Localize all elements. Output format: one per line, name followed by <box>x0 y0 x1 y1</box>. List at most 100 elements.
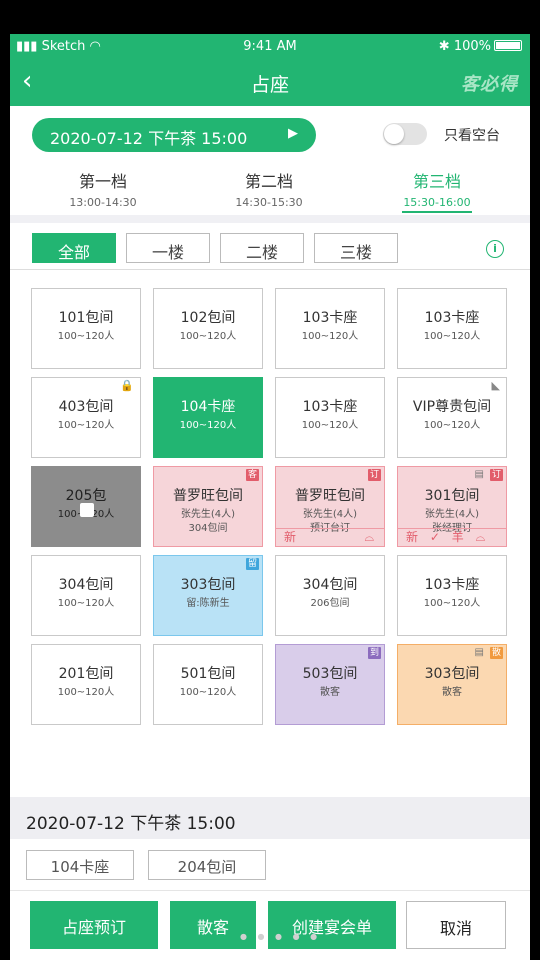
info-icon[interactable]: i <box>486 240 504 258</box>
page-indicator: ● ● ● ● ● <box>240 932 322 941</box>
table-name: 103卡座 <box>302 399 358 415</box>
dish-icon: ⌓ <box>475 530 486 544</box>
table-capacity: 100~120人 <box>179 687 237 698</box>
bell-icon: ◣ <box>491 379 500 392</box>
table-name: 304包间 <box>58 577 114 593</box>
table-cell-reserved[interactable]: ▤ 订 301包间 张先生(4人) 张经理订 新 ✓ 羊 ⌓ <box>397 466 507 547</box>
table-cell[interactable]: 103卡座 100~120人 <box>275 377 385 458</box>
table-capacity: 100~120人 <box>301 331 359 342</box>
table-note: 206包间 <box>310 598 350 609</box>
table-name: 104卡座 <box>180 399 236 415</box>
luggage-icon <box>80 503 94 517</box>
table-cell[interactable]: 102包间 100~120人 <box>153 288 263 369</box>
slot-time: 13:00-14:30 <box>69 196 137 209</box>
new-tag: 新 <box>406 530 419 544</box>
new-tag: 新 <box>284 530 297 544</box>
play-arrow-icon: ▶ <box>288 126 298 141</box>
cancel-button[interactable]: 取消 <box>406 901 506 949</box>
held-badge: 留 <box>245 558 259 570</box>
battery-status: ✱ 100% <box>439 39 522 54</box>
table-name: 503包间 <box>302 666 358 682</box>
arrived-badge: 到 <box>367 647 381 659</box>
table-cell-walkin[interactable]: ▤ 散 303包间 散客 <box>397 644 507 725</box>
table-cell[interactable]: 103卡座 100~120人 <box>275 288 385 369</box>
date-selector-button[interactable]: 2020-07-12 下午茶 15:00 ▶ <box>32 118 316 152</box>
battery-icon <box>494 40 522 51</box>
tab-slot-1[interactable]: 第一档 13:00-14:30 <box>28 168 178 209</box>
guest-type: 散客 <box>442 687 462 698</box>
create-banquet-button[interactable]: 创建宴会单 <box>268 901 396 949</box>
table-name: VIP尊贵包间 <box>412 399 492 415</box>
floor-filter-1[interactable]: 一楼 <box>126 233 210 263</box>
held-by: 留:陈新生 <box>186 598 230 609</box>
brand-logo: 客必得 <box>461 74 518 95</box>
table-capacity: 100~120人 <box>301 420 359 431</box>
table-capacity: 100~120人 <box>57 420 115 431</box>
lock-icon: 🔒 <box>120 379 134 392</box>
dish-icon: ⌓ <box>364 530 375 544</box>
status-icons: 新 ⌓ <box>276 528 384 546</box>
only-free-toggle[interactable] <box>383 123 427 145</box>
walkin-button[interactable]: 散客 <box>170 901 256 949</box>
floor-filter-2[interactable]: 二楼 <box>220 233 304 263</box>
divider <box>10 890 530 891</box>
selected-table-chip[interactable]: 204包间 <box>148 850 266 880</box>
table-note: 304包间 <box>188 523 228 534</box>
status-bar: ▮▮▮ Sketch ◠ 9:41 AM ✱ 100% <box>10 34 530 58</box>
table-capacity: 100~120人 <box>179 420 237 431</box>
table-capacity: 100~120人 <box>179 331 237 342</box>
table-cell[interactable]: 304包间 206包间 <box>275 555 385 636</box>
selected-date: 2020-07-12 下午茶 15:00 <box>26 814 236 834</box>
table-name: 101包间 <box>58 310 114 326</box>
table-name: 303包间 <box>424 666 480 682</box>
table-capacity: 100~120人 <box>423 420 481 431</box>
table-cell-arrived[interactable]: 到 503包间 散客 <box>275 644 385 725</box>
slot-name: 第二档 <box>244 172 293 191</box>
table-name: 303包间 <box>180 577 236 593</box>
tab-slot-2[interactable]: 第二档 14:30-15:30 <box>194 168 344 209</box>
table-name: 205包 <box>65 488 107 504</box>
divider <box>10 269 530 270</box>
reserve-button[interactable]: 占座预订 <box>30 901 158 949</box>
table-cell-locked[interactable]: 205包 100~120人 <box>31 466 141 547</box>
guest-info: 张先生(4人) <box>180 509 236 520</box>
table-cell-selected[interactable]: 104卡座 100~120人 <box>153 377 263 458</box>
selected-table-chip[interactable]: 104卡座 <box>26 850 134 880</box>
table-name: 301包间 <box>424 488 480 504</box>
floor-filter-3[interactable]: 三楼 <box>314 233 398 263</box>
guest-info: 张先生(4人) <box>424 509 480 520</box>
table-cell[interactable]: 501包间 100~120人 <box>153 644 263 725</box>
floor-filter-all[interactable]: 全部 <box>32 233 116 263</box>
yen-icon: 羊 <box>451 530 464 544</box>
table-name: 103卡座 <box>424 310 480 326</box>
table-cell[interactable]: 201包间 100~120人 <box>31 644 141 725</box>
table-cell-held[interactable]: 留 303包间 留:陈新生 <box>153 555 263 636</box>
table-cell[interactable]: 🔒 403包间 100~120人 <box>31 377 141 458</box>
table-name: 102包间 <box>180 310 236 326</box>
table-cell-occupied[interactable]: 客 普罗旺包间 张先生(4人) 304包间 <box>153 466 263 547</box>
page-title: 占座 <box>250 74 289 96</box>
message-icon: ▤ <box>474 469 484 480</box>
table-cell[interactable]: 103卡座 100~120人 <box>397 288 507 369</box>
table-cell-reserved[interactable]: 订 普罗旺包间 张先生(4人) 预订台订 新 ⌓ <box>275 466 385 547</box>
slot-time: 14:30-15:30 <box>235 196 303 209</box>
table-name: 201包间 <box>58 666 114 682</box>
table-cell[interactable]: ◣ VIP尊贵包间 100~120人 <box>397 377 507 458</box>
slot-name: 第一档 <box>78 172 127 191</box>
message-icon: ▤ <box>474 647 484 658</box>
table-name: 103卡座 <box>424 577 480 593</box>
table-cell[interactable]: 103卡座 100~120人 <box>397 555 507 636</box>
table-cell[interactable]: 101包间 100~120人 <box>31 288 141 369</box>
walkin-badge: 散 <box>489 647 503 659</box>
table-capacity: 100~120人 <box>57 331 115 342</box>
table-capacity: 100~120人 <box>57 598 115 609</box>
only-free-label: 只看空台 <box>444 128 500 144</box>
table-cell[interactable]: 304包间 100~120人 <box>31 555 141 636</box>
tab-slot-3[interactable]: 第三档 15:30-16:00 <box>362 168 512 209</box>
table-name: 103卡座 <box>302 310 358 326</box>
slot-name: 第三档 <box>412 172 461 191</box>
guest-info: 张先生(4人) <box>302 509 358 520</box>
table-name: 普罗旺包间 <box>173 488 243 504</box>
table-capacity: 100~120人 <box>423 598 481 609</box>
table-name: 403包间 <box>58 399 114 415</box>
